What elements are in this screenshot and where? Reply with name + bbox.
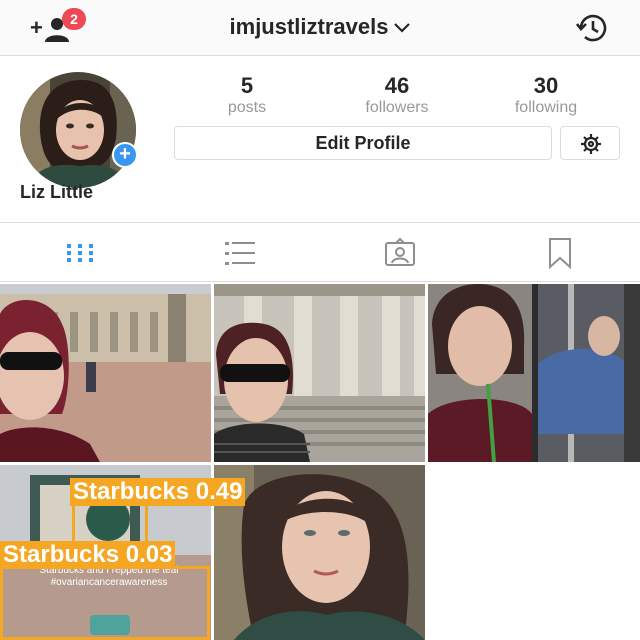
detection-box xyxy=(0,566,210,640)
settings-button[interactable] xyxy=(560,126,620,160)
edit-profile-button[interactable]: Edit Profile xyxy=(174,126,552,160)
top-nav-bar: + 2 imjustliztravels xyxy=(0,0,640,56)
account-switcher[interactable]: imjustliztravels xyxy=(0,14,640,40)
gear-icon xyxy=(581,134,601,154)
profile-full-name: Liz Little xyxy=(20,182,93,202)
bookmark-icon[interactable] xyxy=(544,237,576,269)
history-icon[interactable] xyxy=(576,12,610,44)
stat-label: following xyxy=(514,99,578,116)
stat-value: 46 xyxy=(384,73,410,98)
username-title: imjustliztravels xyxy=(229,14,389,39)
profile-avatar[interactable] xyxy=(20,72,136,188)
followers-count[interactable]: 46 followers xyxy=(332,74,462,118)
stat-value: 30 xyxy=(533,73,559,98)
detection-label: Starbucks 0.49 xyxy=(70,478,246,506)
add-story-plus-icon[interactable]: + xyxy=(112,142,138,168)
list-icon[interactable] xyxy=(224,237,256,269)
post-thumbnail[interactable] xyxy=(428,284,640,462)
detection-label: Starbucks 0.03 xyxy=(0,541,176,569)
posts-count[interactable]: 5 posts xyxy=(182,74,312,118)
post-thumbnail[interactable] xyxy=(0,284,211,462)
following-count[interactable]: 30 following xyxy=(481,74,611,118)
post-thumbnail[interactable] xyxy=(214,465,425,640)
stat-label: posts xyxy=(227,99,267,116)
tagged-photos-icon[interactable] xyxy=(384,237,416,269)
profile-view-tabs xyxy=(0,222,640,282)
stat-label: followers xyxy=(365,99,429,116)
grid-icon[interactable] xyxy=(64,237,96,269)
post-thumbnail[interactable] xyxy=(214,284,425,462)
chevron-down-icon xyxy=(394,23,411,33)
stat-value: 5 xyxy=(240,73,254,98)
